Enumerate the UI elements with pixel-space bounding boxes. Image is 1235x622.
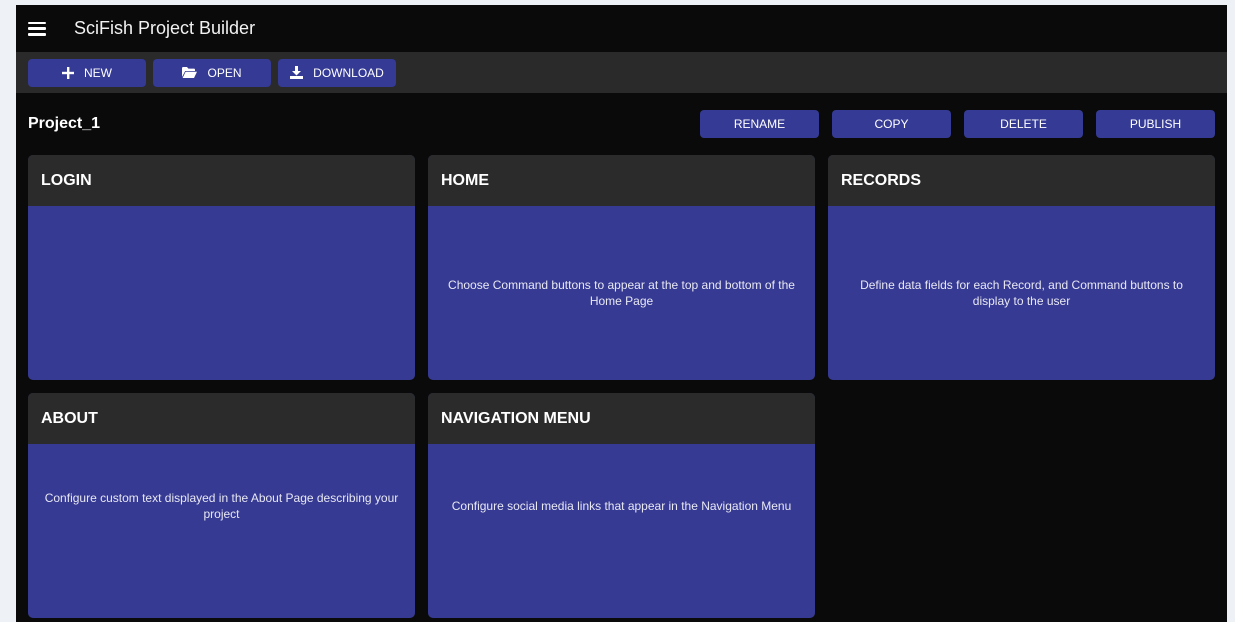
card-navigation-menu[interactable]: NAVIGATION MENU Configure social media l… <box>428 393 815 618</box>
hamburger-menu-icon[interactable] <box>28 21 46 36</box>
card-description: Configure social media links that appear… <box>451 499 792 513</box>
download-button-label: DOWNLOAD <box>313 65 384 80</box>
toolbar: NEW OPEN DOWNLOAD <box>16 52 1227 93</box>
card-title: LOGIN <box>28 155 415 206</box>
new-button-label: NEW <box>84 65 112 80</box>
publish-button[interactable]: PUBLISH <box>1096 110 1215 138</box>
card-title: HOME <box>428 155 815 206</box>
app-window: SciFish Project Builder NEW OPEN DOWNLOA… <box>16 5 1227 622</box>
page-card-grid: LOGIN HOME Choose Command buttons to app… <box>28 155 1215 618</box>
card-home[interactable]: HOME Choose Command buttons to appear at… <box>428 155 815 380</box>
card-title: RECORDS <box>828 155 1215 206</box>
plus-icon <box>62 66 74 79</box>
project-actions: RENAME COPY DELETE PUBLISH <box>700 110 1215 138</box>
delete-button[interactable]: DELETE <box>964 110 1083 138</box>
rename-button[interactable]: RENAME <box>700 110 819 138</box>
project-name: Project_1 <box>28 115 101 132</box>
card-description: Choose Command buttons to appear at the … <box>448 278 795 308</box>
card-title: ABOUT <box>28 393 415 444</box>
open-button[interactable]: OPEN <box>153 58 271 87</box>
copy-button[interactable]: COPY <box>832 110 951 138</box>
open-button-label: OPEN <box>207 65 242 80</box>
card-description <box>28 206 415 380</box>
app-title: SciFish Project Builder <box>74 18 256 38</box>
folder-icon <box>182 67 198 78</box>
card-about[interactable]: ABOUT Configure custom text displayed in… <box>28 393 415 618</box>
download-icon <box>290 66 304 79</box>
download-button[interactable]: DOWNLOAD <box>278 58 396 87</box>
card-login[interactable]: LOGIN <box>28 155 415 380</box>
project-header: Project_1 RENAME COPY DELETE PUBLISH <box>28 109 1215 139</box>
card-description: Define data fields for each Record, and … <box>860 278 1183 308</box>
card-description: Configure custom text displayed in the A… <box>44 491 399 521</box>
card-title: NAVIGATION MENU <box>428 393 815 444</box>
card-records[interactable]: RECORDS Define data fields for each Reco… <box>828 155 1215 380</box>
new-button[interactable]: NEW <box>28 58 146 87</box>
title-bar: SciFish Project Builder <box>16 5 1227 52</box>
